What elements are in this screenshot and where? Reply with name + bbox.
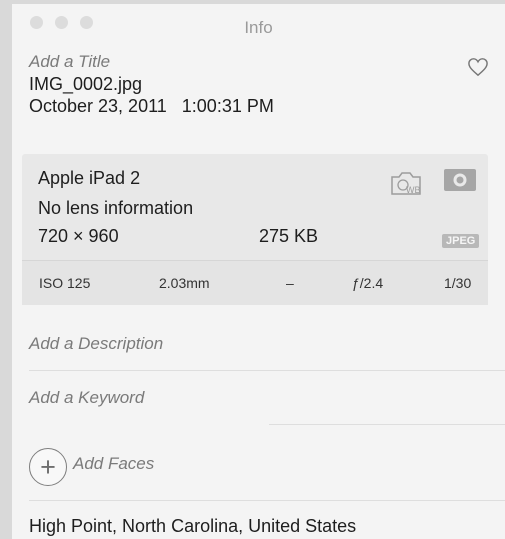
aperture: ƒ/2.4 — [352, 275, 384, 291]
window-title: Info — [244, 18, 273, 37]
camera-metadata-panel: Apple iPad 2 No lens information 720 × 9… — [22, 154, 488, 305]
shutter-speed: 1/30 — [444, 275, 472, 291]
svg-text:WB: WB — [406, 185, 421, 195]
info-window: Info Add a Title IMG_0002.jpg October 23… — [12, 4, 505, 539]
exposure-icon — [444, 169, 476, 191]
camera-model: Apple iPad 2 — [38, 168, 141, 188]
exif-row: ISO 125 2.03mm – ƒ/2.4 1/30 — [22, 260, 488, 305]
focal-length: 2.03mm — [159, 275, 210, 291]
exposure-bias: – — [286, 275, 294, 291]
capture-datetime: October 23, 2011 1:00:31 PM — [29, 95, 489, 117]
filename: IMG_0002.jpg — [29, 74, 143, 94]
keyword-field[interactable]: Add a Keyword — [29, 388, 144, 408]
add-faces-icon[interactable]: + — [29, 448, 67, 486]
title-bar: Info — [12, 4, 505, 40]
capture-time: 1:00:31 PM — [181, 96, 274, 116]
file-size: 275 KB — [259, 226, 319, 246]
divider — [29, 500, 505, 501]
capture-date: October 23, 2011 — [29, 96, 167, 116]
title-field[interactable]: Add a Title — [29, 51, 489, 73]
format-badge: JPEG — [442, 234, 480, 248]
white-balance-icon: WB — [391, 172, 421, 195]
image-dimensions: 720 × 960 — [38, 226, 119, 246]
divider — [269, 424, 505, 425]
photo-header: Add a Title IMG_0002.jpg October 23, 201… — [29, 51, 489, 117]
description-field[interactable]: Add a Description — [29, 334, 163, 354]
iso-value: ISO 125 — [39, 275, 91, 291]
lens-info: No lens information — [38, 198, 194, 218]
location-text[interactable]: High Point, North Carolina, United State… — [29, 516, 356, 537]
heart-icon[interactable] — [467, 57, 489, 77]
add-faces-label[interactable]: Add Faces — [73, 454, 154, 474]
divider — [29, 370, 505, 371]
plus-glyph: + — [40, 452, 56, 482]
